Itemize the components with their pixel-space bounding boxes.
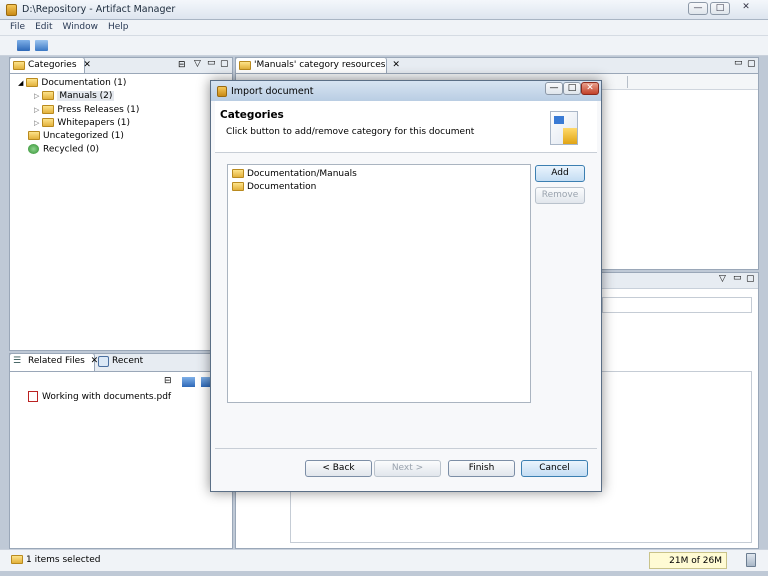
category-list[interactable]: Documentation/Manuals Documentation bbox=[227, 164, 531, 403]
view-menu-icon[interactable]: ▽ bbox=[719, 274, 726, 284]
app-icon bbox=[217, 86, 227, 97]
close-button[interactable]: ✕ bbox=[732, 2, 760, 15]
recycle-icon bbox=[28, 144, 39, 154]
status-bar: 1 items selected 21M of 26M bbox=[0, 549, 768, 571]
add-button[interactable]: Add bbox=[535, 165, 585, 182]
editor-panel-header: 'Manuals' category resources ✕ ▭ ▢ bbox=[235, 57, 759, 74]
memory-text: 21M of 26M bbox=[669, 556, 722, 566]
window-titlebar: D:\Repository - Artifact Manager — □ ✕ bbox=[0, 0, 768, 20]
window-title: D:\Repository - Artifact Manager bbox=[22, 4, 176, 15]
folder-icon bbox=[11, 555, 23, 564]
list-item[interactable]: Documentation bbox=[232, 182, 316, 192]
tree-item-press-releases[interactable]: ▷ Press Releases (1) bbox=[34, 105, 139, 115]
tab-close-icon[interactable]: ✕ bbox=[392, 60, 400, 70]
menu-edit[interactable]: Edit bbox=[35, 22, 52, 32]
cancel-button[interactable]: Cancel bbox=[521, 460, 588, 477]
back-button[interactable]: < Back bbox=[305, 460, 372, 477]
minimize-view-icon[interactable]: ▭ bbox=[733, 273, 742, 283]
recent-icon bbox=[98, 356, 109, 367]
import-icon[interactable] bbox=[182, 377, 195, 387]
menu-window[interactable]: Window bbox=[63, 22, 99, 32]
app-icon bbox=[6, 4, 17, 16]
menu-file[interactable]: File bbox=[10, 22, 25, 32]
property-field[interactable] bbox=[602, 297, 752, 313]
maximize-view-icon[interactable]: ▢ bbox=[747, 59, 756, 69]
import-dialog: Import document — □ ✕ Categories Click b… bbox=[210, 80, 602, 492]
tab-categories-label: Categories bbox=[28, 60, 77, 70]
tree-item-manuals[interactable]: ▷ Manuals (2) bbox=[34, 91, 115, 101]
dialog-titlebar: Import document — □ ✕ bbox=[211, 81, 601, 101]
collapse-icon[interactable]: ⊟ bbox=[164, 376, 172, 386]
maximize-button[interactable]: □ bbox=[710, 2, 730, 15]
tab-manuals-resources[interactable]: 'Manuals' category resources ✕ bbox=[235, 57, 400, 73]
dialog-minimize-button[interactable]: — bbox=[545, 82, 563, 95]
dialog-close-button[interactable]: ✕ bbox=[581, 82, 599, 95]
dialog-description: Click button to add/remove category for … bbox=[226, 127, 475, 137]
minimize-view-icon[interactable]: ▭ bbox=[207, 58, 216, 68]
view-menu-icon[interactable]: ▽ bbox=[194, 59, 201, 69]
tab-recent[interactable]: Recent bbox=[96, 356, 143, 367]
minimize-button[interactable]: — bbox=[688, 2, 708, 15]
collapse-all-icon[interactable]: ⊟ bbox=[178, 60, 186, 70]
uncategorized-icon bbox=[28, 131, 40, 140]
status-selection: 1 items selected bbox=[26, 555, 101, 565]
minimize-view-icon[interactable]: ▭ bbox=[734, 58, 743, 68]
dialog-heading: Categories bbox=[220, 109, 284, 121]
next-button[interactable]: Next > bbox=[374, 460, 441, 477]
categories-tree: ◢ Documentation (1) ▷ Manuals (2) ▷ Press R… bbox=[9, 73, 233, 351]
maximize-view-icon[interactable]: ▢ bbox=[746, 274, 755, 284]
list-item[interactable]: Documentation/Manuals bbox=[232, 169, 357, 179]
related-files-list: ⊟ Working with documents.pdf bbox=[9, 371, 233, 549]
tab-close-icon[interactable]: ✕ bbox=[83, 60, 91, 70]
trash-icon[interactable] bbox=[746, 553, 756, 567]
import-icon[interactable] bbox=[17, 40, 30, 51]
tree-item-documentation[interactable]: ◢ Documentation (1) bbox=[18, 78, 126, 88]
maximize-view-icon[interactable]: ▢ bbox=[220, 59, 229, 69]
menu-help[interactable]: Help bbox=[108, 22, 129, 32]
memory-indicator: 21M of 26M bbox=[649, 552, 727, 569]
related-panel-header: ☰ Related Files ✕ Recent bbox=[9, 353, 233, 372]
pdf-icon bbox=[28, 391, 38, 402]
menu-bar: File Edit Window Help bbox=[0, 20, 768, 36]
dialog-header: Categories Click button to add/remove ca… bbox=[215, 101, 597, 153]
file-item[interactable]: Working with documents.pdf bbox=[28, 391, 171, 402]
remove-button[interactable]: Remove bbox=[535, 187, 585, 204]
dialog-title: Import document bbox=[231, 86, 314, 97]
tab-categories[interactable]: Categories ✕ bbox=[9, 57, 91, 73]
categories-panel-header: Categories ✕ ⊟ ▽ ▭ ▢ bbox=[9, 57, 233, 74]
toolbar bbox=[0, 36, 768, 56]
tree-item-recycled[interactable]: Recycled (0) bbox=[28, 144, 99, 155]
finish-button[interactable]: Finish bbox=[448, 460, 515, 477]
dialog-maximize-button[interactable]: □ bbox=[563, 82, 581, 95]
tree-item-uncategorized[interactable]: Uncategorized (1) bbox=[28, 131, 124, 141]
export-icon[interactable] bbox=[35, 40, 48, 51]
tree-item-whitepapers[interactable]: ▷ Whitepapers (1) bbox=[34, 118, 130, 128]
tab-related-files[interactable]: ☰ Related Files ✕ bbox=[9, 353, 98, 372]
document-wizard-icon bbox=[550, 111, 578, 145]
